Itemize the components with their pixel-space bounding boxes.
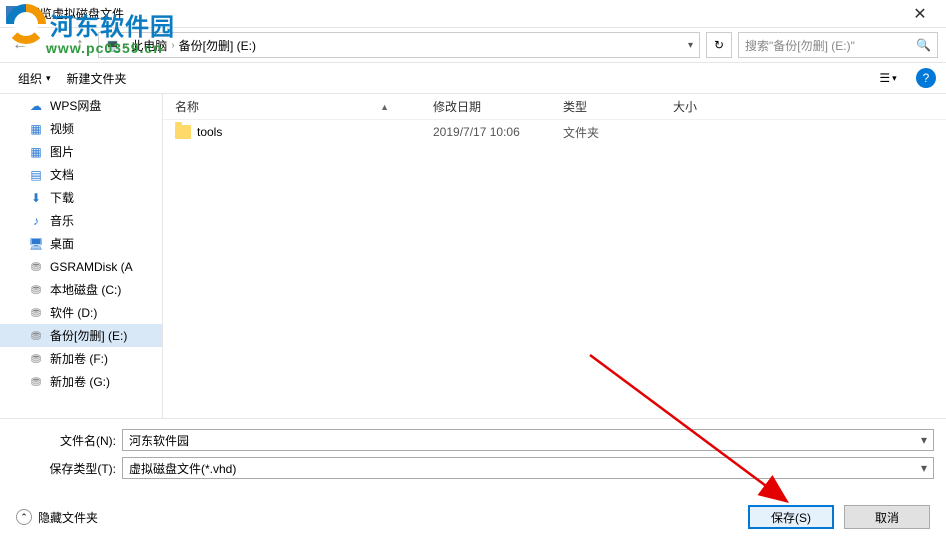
up-button[interactable]: ↑ [68,33,92,57]
file-row[interactable]: tools 2019/7/17 10:06文件夹 [163,120,946,144]
drive-icon: ⛃ [28,328,44,344]
search-input[interactable]: 搜索"备份[勿删] (E:)" 🔍 [738,32,938,58]
chevron-down-icon[interactable]: ▾ [921,461,927,475]
doc-icon: ▤ [28,167,44,183]
window-title: 浏览虚拟磁盘文件 [28,5,900,22]
help-icon[interactable]: ? [916,68,936,88]
sidebar-item[interactable]: ▦ 视频 [0,117,162,140]
save-button[interactable]: 保存(S) [748,505,834,529]
chevron-down-icon[interactable]: ▾ [921,433,927,447]
chevron-down-icon[interactable]: ▾ [688,40,693,51]
breadcrumb-item[interactable]: 此电脑 [131,37,167,54]
filetype-label: 保存类型(T): [12,460,122,477]
organize-button[interactable]: 组织 ▾ [10,66,59,91]
footer: ⌃ 隐藏文件夹 保存(S) 取消 [0,493,946,541]
sidebar-item[interactable]: 🖥 桌面 [0,232,162,255]
sidebar-item[interactable]: ▤ 文档 [0,163,162,186]
sidebar-item[interactable]: ⛃ 本地磁盘 (C:) [0,278,162,301]
sidebar-item[interactable]: ⛃ 备份[勿删] (E:) [0,324,162,347]
drive-icon: ⛃ [28,351,44,367]
sidebar-item-label: 视频 [50,120,74,137]
sidebar-item-label: 图片 [50,143,74,160]
image-icon: ▦ [28,144,44,160]
sidebar-item-label: 软件 (D:) [50,304,97,321]
expand-icon: ⌃ [16,509,32,525]
search-placeholder: 搜索"备份[勿删] (E:)" [745,37,855,54]
drive-icon: ⛃ [28,374,44,390]
sidebar-item-label: 音乐 [50,212,74,229]
refresh-button[interactable]: ↻ [706,32,732,58]
desktop-icon: 🖥 [28,236,44,252]
sidebar-item[interactable]: ▦ 图片 [0,140,162,163]
sidebar-item-label: GSRAMDisk (A [50,260,133,274]
breadcrumb-item[interactable]: 备份[勿删] (E:) [179,37,256,54]
file-type: 文件夹 [551,124,661,141]
col-type[interactable]: 类型 [551,98,661,115]
sidebar-item-label: 桌面 [50,235,74,252]
video-icon: ▦ [28,121,44,137]
drive-icon: ⛃ [28,259,44,275]
sidebar-item[interactable]: ⛃ 新加卷 (F:) [0,347,162,370]
sidebar-item-label: 备份[勿删] (E:) [50,327,127,344]
sidebar-item-label: 文档 [50,166,74,183]
toolbar: 组织 ▾ 新建文件夹 ☰▾ ? [0,62,946,94]
chevron-right-icon: › [171,40,174,51]
folder-icon [175,125,191,139]
app-icon [6,6,22,22]
sidebar-item[interactable]: ⛃ 软件 (D:) [0,301,162,324]
hide-folders-button[interactable]: ⌃ 隐藏文件夹 [16,509,98,526]
main-area: ☁ WPS网盘 ▦ 视频 ▦ 图片 ▤ 文档 ⬇ 下载 ♪ 音乐 🖥 桌面 ⛃ GSRAMDisk (A ⛃ 本地… [0,94,946,418]
pc-icon: 💻 [105,38,120,52]
cancel-button[interactable]: 取消 [844,505,930,529]
back-button[interactable]: ← [8,33,32,57]
nav-row: ← → ↑ 💻 › 此电脑 › 备份[勿删] (E:) ▾ ↻ 搜索"备份[勿删… [0,28,946,62]
sidebar-item-label: 新加卷 (F:) [50,350,108,367]
drive-icon: ⛃ [28,282,44,298]
column-header: 名称▲ 修改日期 类型 大小 [163,94,946,120]
sidebar-item-label: 本地磁盘 (C:) [50,281,121,298]
filename-label: 文件名(N): [12,432,122,449]
save-form: 文件名(N): 河东软件园 ▾ 保存类型(T): 虚拟磁盘文件(*.vhd) ▾ [0,418,946,493]
sidebar: ☁ WPS网盘 ▦ 视频 ▦ 图片 ▤ 文档 ⬇ 下载 ♪ 音乐 🖥 桌面 ⛃ GSRAMDisk (A ⛃ 本地… [0,94,163,418]
sidebar-item[interactable]: ♪ 音乐 [0,209,162,232]
sort-asc-icon: ▲ [380,102,389,112]
new-folder-button[interactable]: 新建文件夹 [59,66,135,91]
sidebar-item[interactable]: ☁ WPS网盘 [0,94,162,117]
filetype-select[interactable]: 虚拟磁盘文件(*.vhd) ▾ [122,457,934,479]
close-icon[interactable]: ✕ [900,4,940,24]
chevron-down-icon: ▾ [46,73,51,84]
drive-icon: ⛃ [28,305,44,321]
sidebar-item[interactable]: ⬇ 下载 [0,186,162,209]
download-icon: ⬇ [28,190,44,206]
view-options-button[interactable]: ☰▾ [868,71,908,85]
cloud-icon: ☁ [28,98,44,114]
search-icon[interactable]: 🔍 [916,38,931,52]
sidebar-item-label: 下载 [50,189,74,206]
file-list[interactable]: tools 2019/7/17 10:06文件夹 [163,120,946,418]
col-name[interactable]: 名称▲ [163,98,421,115]
sidebar-item[interactable]: ⛃ 新加卷 (G:) [0,370,162,393]
col-date[interactable]: 修改日期 [421,98,551,115]
file-area: 名称▲ 修改日期 类型 大小 tools 2019/7/17 10:06文件夹 [163,94,946,418]
filename-input[interactable]: 河东软件园 ▾ [122,429,934,451]
sidebar-item-label: WPS网盘 [50,97,101,114]
sidebar-item[interactable]: ⛃ GSRAMDisk (A [0,255,162,278]
chevron-right-icon: › [124,40,127,51]
titlebar: 浏览虚拟磁盘文件 ✕ [0,0,946,28]
breadcrumb[interactable]: 💻 › 此电脑 › 备份[勿删] (E:) ▾ [98,32,700,58]
file-name: tools [197,125,222,139]
forward-button: → [38,33,62,57]
sidebar-item-label: 新加卷 (G:) [50,373,110,390]
music-icon: ♪ [28,213,44,229]
file-date: 2019/7/17 10:06 [421,125,551,139]
col-size[interactable]: 大小 [661,98,741,115]
